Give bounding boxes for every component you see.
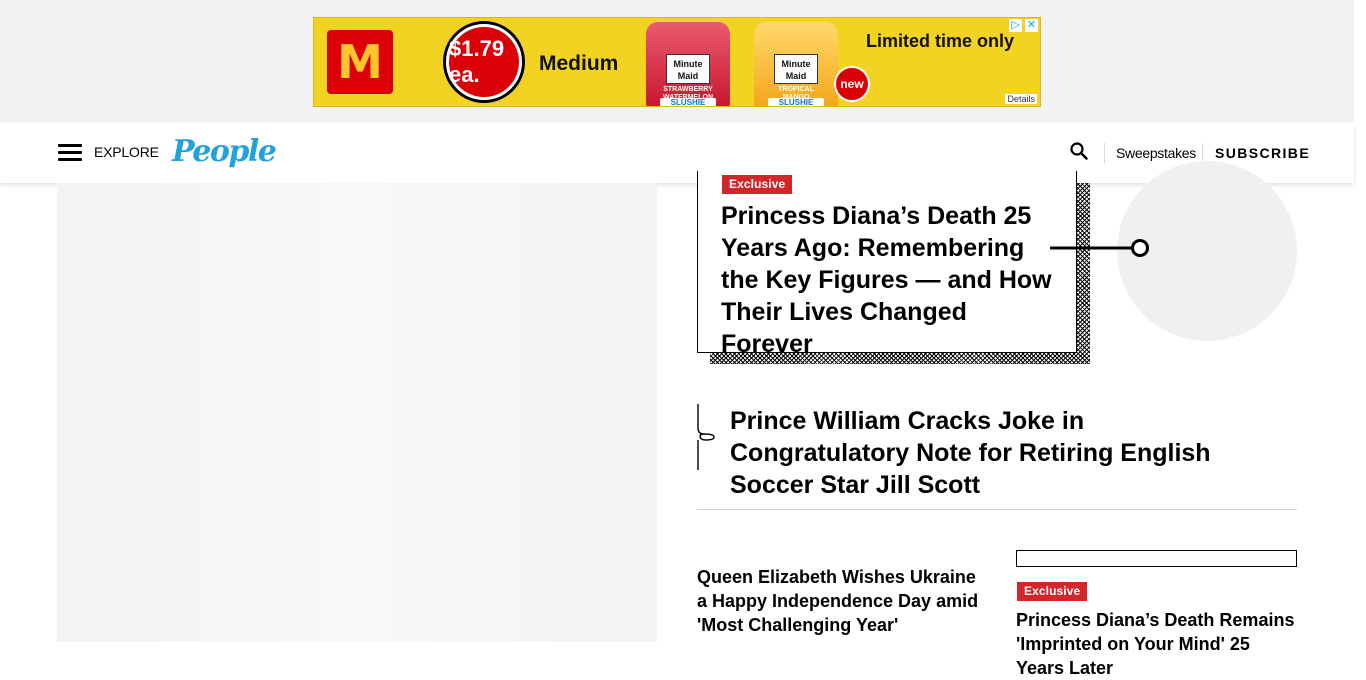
mango-slushie-image: Minute Maid TROPICAL MANGO SLUSHIE (754, 22, 838, 106)
ad-headline: Limited time only (866, 31, 1015, 51)
mcdonalds-logo-mark: M (337, 35, 383, 89)
strawberry-slushie-image: Minute Maid STRAWBERRY WATERMELON SLUSHI… (646, 22, 730, 106)
price-text: $1.79 ea. (449, 27, 519, 97)
section-divider (697, 509, 1297, 510)
nav-divider (1202, 143, 1203, 163)
sweepstakes-link[interactable]: Sweepstakes (1116, 145, 1196, 161)
ad-controls: ▷ ✕ (1009, 19, 1038, 32)
new-badge: new (834, 66, 870, 102)
cup-brand-label: Minute Maid (666, 54, 710, 84)
hamburger-menu-icon[interactable] (58, 144, 82, 162)
connector-line-icon (1050, 239, 1149, 257)
site-header: EXPLORE People Sweepstakes SUBSCRIBE (0, 123, 1354, 183)
exclusive-badge: Exclusive (1017, 582, 1088, 601)
cup-brand-label: Minute Maid (774, 54, 818, 84)
exclusive-badge: Exclusive (722, 175, 793, 194)
price-badge: $1.79 ea. (443, 21, 525, 103)
adchoices-icon[interactable]: ▷ (1009, 19, 1022, 32)
lead-image-placeholder[interactable] (57, 183, 657, 642)
advertisement-banner[interactable]: M $1.79 ea. Medium Minute Maid STRAWBERR… (313, 17, 1041, 107)
mcdonalds-logo: M (327, 30, 393, 94)
search-icon[interactable] (1069, 141, 1089, 161)
hero-story-title[interactable]: Princess Diana’s Death 25 Years Ago: Rem… (721, 200, 1061, 360)
cup-product-label: SLUSHIE (768, 98, 824, 106)
explore-button[interactable]: EXPLORE (94, 144, 159, 160)
nav-divider (1104, 143, 1105, 163)
story-accent-line-icon (697, 404, 715, 470)
story-thumbnail[interactable] (1016, 550, 1297, 567)
story-title[interactable]: Prince William Cracks Joke in Congratula… (730, 405, 1270, 501)
story-title[interactable]: Queen Elizabeth Wishes Ukraine a Happy I… (697, 565, 987, 637)
close-icon[interactable]: ✕ (1024, 19, 1038, 32)
subscribe-button[interactable]: SUBSCRIBE (1215, 145, 1310, 161)
people-logo[interactable]: People (172, 134, 277, 169)
story-title[interactable]: Princess Diana’s Death Remains 'Imprinte… (1016, 608, 1301, 680)
ad-details-link[interactable]: Details (1005, 94, 1037, 104)
size-label: Medium (539, 52, 619, 75)
cup-product-label: SLUSHIE (660, 98, 716, 106)
